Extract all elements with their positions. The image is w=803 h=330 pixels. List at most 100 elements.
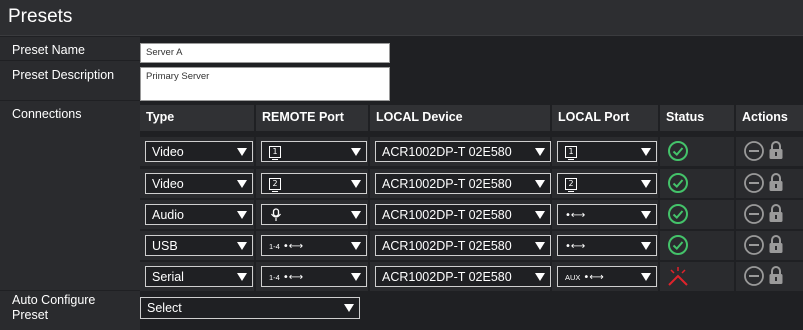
port-label: •⟷	[565, 241, 585, 252]
preset-description-input[interactable]: Primary Server	[140, 67, 390, 101]
connection-row: Audio ACR1002DP-T 02E580 •⟷	[140, 200, 803, 229]
divider	[0, 60, 140, 61]
remote-port-select[interactable]: 1-4 •⟷	[261, 266, 367, 287]
chevron-down-icon	[237, 273, 247, 281]
local-device-select-value: ACR1002DP-T 02E580	[382, 239, 512, 253]
column-header-type-label: Type	[146, 110, 175, 124]
chevron-down-icon	[351, 211, 361, 219]
column-header-remote-port-label: REMOTE Port	[262, 110, 344, 124]
type-select[interactable]: Serial	[145, 266, 253, 287]
microphone-icon	[271, 208, 281, 221]
local-device-select[interactable]: ACR1002DP-T 02E580	[375, 204, 551, 225]
status-ok-icon	[668, 173, 688, 193]
monitor-port-icon: 2	[269, 178, 281, 192]
chevron-down-icon	[641, 211, 651, 219]
local-port-select[interactable]: AUX •⟷	[557, 266, 657, 287]
column-header-status-label: Status	[666, 110, 705, 124]
chevron-down-icon	[535, 211, 545, 219]
auto-configure-select[interactable]: Select	[140, 297, 360, 319]
remove-icon[interactable]	[743, 172, 765, 194]
local-device-select-value: ACR1002DP-T 02E580	[382, 270, 512, 284]
column-header-local-port: LOCAL Port	[552, 105, 660, 131]
type-select[interactable]: USB	[145, 235, 253, 256]
type-select-value: Audio	[152, 208, 184, 222]
type-select-value: USB	[152, 239, 178, 253]
lock-icon[interactable]	[768, 139, 784, 161]
column-header-local-device-label: LOCAL Device	[376, 110, 463, 124]
preset-description-label: Preset Description	[12, 68, 115, 82]
chevron-down-icon	[535, 242, 545, 250]
remote-port-select[interactable]: 2	[261, 173, 367, 194]
local-device-select-value: ACR1002DP-T 02E580	[382, 177, 512, 191]
type-select-value: Video	[152, 145, 184, 159]
lock-icon[interactable]	[768, 171, 784, 193]
local-port-select[interactable]: •⟷	[557, 204, 657, 225]
port-label: 1-4 •⟷	[269, 272, 303, 283]
divider	[0, 100, 140, 101]
remove-icon[interactable]	[743, 140, 765, 162]
chevron-down-icon	[641, 180, 651, 188]
local-device-select[interactable]: ACR1002DP-T 02E580	[375, 266, 551, 287]
lock-icon[interactable]	[768, 233, 784, 255]
remove-icon[interactable]	[743, 234, 765, 256]
type-select[interactable]: Video	[145, 173, 253, 194]
port-range-label: AUX	[565, 273, 581, 282]
usb-icon: •⟷	[565, 210, 586, 221]
type-select-value: Video	[152, 177, 184, 191]
port-label: •⟷	[565, 210, 585, 221]
port-label: 1-4 •⟷	[269, 241, 303, 252]
local-device-select-value: ACR1002DP-T 02E580	[382, 145, 512, 159]
chevron-down-icon	[237, 148, 247, 156]
monitor-port-icon: 1	[565, 146, 577, 160]
column-header-status: Status	[660, 105, 736, 131]
page-title: Presets	[8, 6, 73, 27]
usb-icon: •⟷	[583, 272, 604, 283]
column-header-local-device: LOCAL Device	[370, 105, 552, 131]
type-select-value: Serial	[152, 270, 184, 284]
local-port-select[interactable]: 2	[557, 173, 657, 194]
local-device-select[interactable]: ACR1002DP-T 02E580	[375, 173, 551, 194]
chevron-down-icon	[344, 304, 354, 312]
status-ok-icon	[668, 235, 688, 255]
auto-configure-label-line1: Auto Configure	[12, 293, 96, 307]
divider	[0, 290, 140, 291]
lock-icon[interactable]	[768, 264, 784, 286]
chevron-down-icon	[351, 180, 361, 188]
local-port-select[interactable]: 1	[557, 141, 657, 162]
type-select[interactable]: Video	[145, 141, 253, 162]
status-ok-icon	[668, 204, 688, 224]
local-device-select-value: ACR1002DP-T 02E580	[382, 208, 512, 222]
preset-name-label: Preset Name	[12, 43, 85, 57]
connections-label: Connections	[12, 107, 82, 121]
remove-icon[interactable]	[743, 265, 765, 287]
auto-configure-label-line2: Preset	[12, 308, 49, 322]
preset-description-value: Primary Server	[146, 71, 210, 82]
column-header-type: Type	[140, 105, 256, 131]
type-select[interactable]: Audio	[145, 204, 253, 225]
port-range-label: 1-4	[269, 242, 280, 251]
chevron-down-icon	[351, 242, 361, 250]
remote-port-select[interactable]	[261, 204, 367, 225]
remove-icon[interactable]	[743, 203, 765, 225]
chevron-down-icon	[535, 273, 545, 281]
preset-name-input[interactable]: Server A	[140, 43, 390, 63]
usb-icon: •⟷	[282, 241, 304, 252]
remote-port-select[interactable]: 1-4 •⟷	[261, 235, 367, 256]
presets-header: Presets	[0, 0, 803, 36]
chevron-down-icon	[237, 242, 247, 250]
local-device-select[interactable]: ACR1002DP-T 02E580	[375, 235, 551, 256]
auto-configure-select-value: Select	[147, 301, 182, 315]
column-header-remote-port: REMOTE Port	[256, 105, 370, 131]
usb-icon: •⟷	[565, 241, 586, 252]
local-port-select[interactable]: •⟷	[557, 235, 657, 256]
monitor-port-icon: 2	[565, 178, 577, 192]
status-error-icon	[668, 267, 688, 286]
chevron-down-icon	[535, 148, 545, 156]
local-device-select[interactable]: ACR1002DP-T 02E580	[375, 141, 551, 162]
column-header-actions: Actions	[736, 105, 803, 131]
connection-row: Video 1 ACR1002DP-T 02E580 1	[140, 137, 803, 166]
lock-icon[interactable]	[768, 202, 784, 224]
chevron-down-icon	[641, 273, 651, 281]
remote-port-select[interactable]: 1	[261, 141, 367, 162]
chevron-down-icon	[237, 211, 247, 219]
